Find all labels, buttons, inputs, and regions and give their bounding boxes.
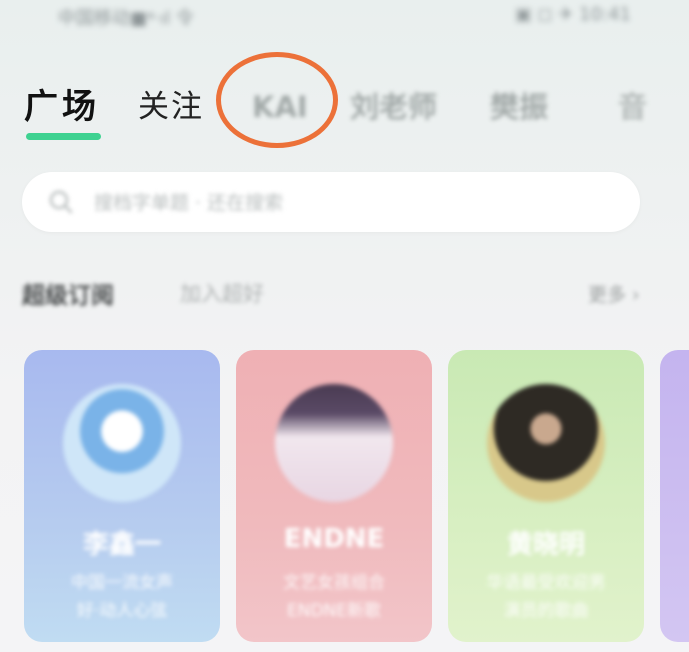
search-bar[interactable]: 搜档字单题 · 还在搜索 bbox=[22, 172, 640, 232]
tab-follow[interactable]: 关注 bbox=[138, 72, 204, 142]
tab-5[interactable]: 樊振 bbox=[490, 72, 548, 142]
card-desc: 中国一流女声 bbox=[71, 573, 173, 593]
search-placeholder: 搜档字单题 · 还在搜索 bbox=[94, 192, 284, 214]
artist-card[interactable] bbox=[660, 350, 689, 642]
tab-kai[interactable]: KAI bbox=[252, 72, 308, 142]
card-name: 李鑫一 bbox=[82, 530, 161, 560]
avatar bbox=[487, 384, 605, 502]
card-desc: 好·动人心弦 bbox=[76, 601, 168, 621]
artist-card[interactable]: 黄晓明 华语最受欢迎男 演员的歌曲 bbox=[448, 350, 644, 642]
card-name: ENDNE bbox=[283, 524, 385, 554]
tab-4[interactable]: 刘老师 bbox=[350, 72, 437, 142]
status-bar-time: ▣ ◻ ✈ 10:41 bbox=[514, 4, 631, 25]
active-tab-indicator bbox=[26, 133, 101, 140]
artist-card[interactable]: 李鑫一 中国一流女声 好·动人心弦 bbox=[24, 350, 220, 642]
tab-6[interactable]: 音 bbox=[618, 72, 647, 142]
card-desc: 文艺女孩组合 bbox=[283, 573, 385, 593]
status-bar-carrier: 中国移动■ᵠ·ıl 令 bbox=[58, 8, 194, 29]
section-title: 超级订阅 bbox=[22, 283, 114, 309]
section-more-link[interactable]: 更多 › bbox=[588, 280, 640, 307]
top-tab-bar: 广场 关注 KAI 刘老师 樊振 音 bbox=[0, 72, 689, 142]
avatar bbox=[63, 384, 181, 502]
section-subtitle[interactable]: 加入超好 bbox=[180, 278, 264, 308]
card-desc: 演员的歌曲 bbox=[503, 601, 589, 621]
card-desc: 华语最受欢迎男 bbox=[486, 573, 606, 593]
tab-square[interactable]: 广场 bbox=[24, 72, 100, 142]
card-desc: ENDNE新歌 bbox=[286, 601, 381, 621]
artist-card[interactable]: ENDNE 文艺女孩组合 ENDNE新歌 bbox=[236, 350, 432, 642]
avatar bbox=[275, 384, 393, 502]
search-icon bbox=[49, 190, 73, 214]
card-name: 黄晓明 bbox=[506, 530, 585, 560]
